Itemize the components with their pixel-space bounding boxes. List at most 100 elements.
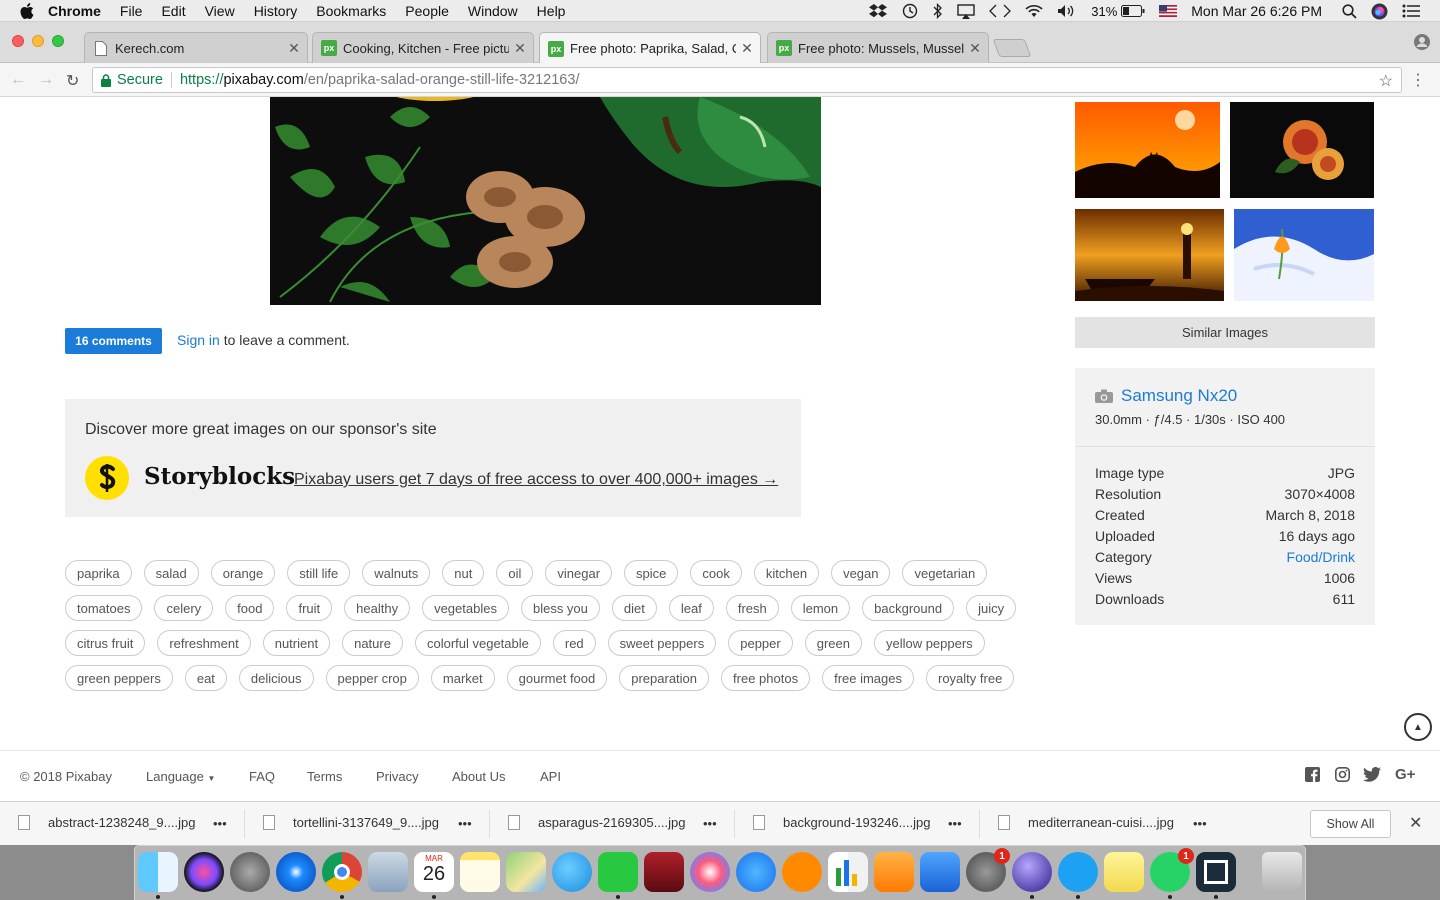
tag-lemon[interactable]: lemon <box>790 595 851 621</box>
menu-people[interactable]: People <box>405 3 449 19</box>
spotlight-icon[interactable] <box>1342 3 1357 19</box>
window-minimize-button[interactable] <box>32 35 44 47</box>
app-store-icon[interactable] <box>736 852 776 892</box>
stickies-icon[interactable] <box>1104 852 1144 892</box>
notes-icon[interactable] <box>460 852 500 892</box>
tag-preparation[interactable]: preparation <box>619 665 710 691</box>
download-item[interactable]: asparagus-2169305....jpg <box>508 815 685 830</box>
footer-link-api[interactable]: API <box>540 769 561 784</box>
whatsapp-icon[interactable]: 1 <box>1150 848 1194 892</box>
storyblocks-logo-icon[interactable] <box>85 456 129 500</box>
category-link[interactable]: Food/Drink <box>1287 549 1355 565</box>
pages-icon[interactable] <box>874 852 914 892</box>
download-menu-icon[interactable]: ••• <box>458 816 472 831</box>
menu-edit[interactable]: Edit <box>161 3 185 19</box>
download-menu-icon[interactable]: ••• <box>1193 816 1207 831</box>
itunes-icon[interactable] <box>690 852 730 892</box>
siri-dock-icon[interactable] <box>184 852 224 892</box>
clock[interactable]: Mon Mar 26 6:26 PM <box>1191 3 1322 19</box>
address-bar[interactable]: Secure https://pixabay.com/en/paprika-sa… <box>92 67 1402 93</box>
tag-orange[interactable]: orange <box>210 560 276 586</box>
bluetooth-icon[interactable] <box>933 3 943 19</box>
tag-fresh[interactable]: fresh <box>725 595 779 621</box>
tab-cooking-kitchen[interactable]: px Cooking, Kitchen - Free picture ✕ <box>312 32 534 63</box>
tag-vinegar[interactable]: vinegar <box>545 560 613 586</box>
download-item[interactable]: tortellini-3137649_9....jpg <box>263 815 439 830</box>
tag-oil[interactable]: oil <box>496 560 534 586</box>
signin-link[interactable]: Sign in <box>177 332 220 348</box>
footer-link-terms[interactable]: Terms <box>307 769 342 784</box>
download-menu-icon[interactable]: ••• <box>703 816 717 831</box>
tag-refreshment[interactable]: refreshment <box>157 630 251 656</box>
tag-pepper[interactable]: pepper <box>728 630 793 656</box>
download-item[interactable]: mediterranean-cuisi....jpg <box>998 815 1174 830</box>
sponsor-banner[interactable]: Discover more great images on our sponso… <box>65 399 801 517</box>
tag-healthy[interactable]: healthy <box>344 595 411 621</box>
forward-arrow-icon[interactable]: → <box>38 71 54 89</box>
calendar-icon[interactable]: MAR 26 <box>414 852 454 892</box>
profile-icon[interactable] <box>1414 34 1430 50</box>
tag-royalty-free[interactable]: royalty free <box>926 665 1015 691</box>
tag-food[interactable]: food <box>225 595 275 621</box>
tag-walnuts[interactable]: walnuts <box>362 560 431 586</box>
sponsor-brand[interactable]: Storyblocks <box>144 463 295 490</box>
footer-link-privacy[interactable]: Privacy <box>376 769 419 784</box>
tag-sweet-peppers[interactable]: sweet peppers <box>607 630 717 656</box>
tag-green[interactable]: green <box>804 630 862 656</box>
camera-model[interactable]: Samsung Nx20 <box>1095 386 1237 406</box>
dropbox-icon[interactable] <box>869 4 888 18</box>
tag-nutrient[interactable]: nutrient <box>262 630 331 656</box>
tag-red[interactable]: red <box>552 630 596 656</box>
numbers-icon[interactable] <box>828 852 868 892</box>
tag-salad[interactable]: salad <box>143 560 199 586</box>
notification-center-icon[interactable] <box>1402 4 1420 18</box>
volume-icon[interactable] <box>1057 4 1077 18</box>
siri-icon[interactable] <box>1371 3 1388 20</box>
similar-images-button[interactable]: Similar Images <box>1075 317 1375 348</box>
similar-thumb-sunset-cat[interactable] <box>1075 102 1220 198</box>
tag-vegetarian[interactable]: vegetarian <box>902 560 988 586</box>
tag-still-life[interactable]: still life <box>287 560 351 586</box>
tag-free-images[interactable]: free images <box>822 665 914 691</box>
tag-market[interactable]: market <box>430 665 495 691</box>
secure-indicator[interactable]: Secure <box>101 72 180 88</box>
menu-help[interactable]: Help <box>537 3 566 19</box>
download-menu-icon[interactable]: ••• <box>948 816 962 831</box>
footer-link-faq[interactable]: FAQ <box>249 769 275 784</box>
tag-citrus-fruit[interactable]: citrus fruit <box>65 630 146 656</box>
tag-delicious[interactable]: delicious <box>238 665 314 691</box>
keynote-icon[interactable] <box>920 852 960 892</box>
eclipse-icon[interactable] <box>1012 852 1052 892</box>
trash-icon[interactable] <box>1262 852 1302 892</box>
code-icon[interactable] <box>989 4 1012 18</box>
menu-view[interactable]: View <box>205 3 235 19</box>
tag-paprika[interactable]: paprika <box>65 560 132 586</box>
download-menu-icon[interactable]: ••• <box>213 816 227 831</box>
menu-app-name[interactable]: Chrome <box>48 3 101 19</box>
tag-celery[interactable]: celery <box>154 595 214 621</box>
show-all-downloads-button[interactable]: Show All <box>1310 810 1391 838</box>
menu-bookmarks[interactable]: Bookmarks <box>316 3 386 19</box>
tab-close-icon[interactable]: ✕ <box>287 40 301 57</box>
footer-link-about[interactable]: About Us <box>452 769 505 784</box>
comments-count-button[interactable]: 16 comments <box>65 328 162 354</box>
tag-nature[interactable]: nature <box>342 630 403 656</box>
airplay-icon[interactable] <box>957 3 975 19</box>
safari-icon[interactable] <box>276 852 316 892</box>
reload-icon[interactable]: ↻ <box>66 71 79 91</box>
us-flag-icon[interactable] <box>1159 5 1178 17</box>
similar-thumb-lighthouse[interactable] <box>1075 209 1224 301</box>
tab-mussels[interactable]: px Free photo: Mussels, Mussel, S ✕ <box>767 32 989 63</box>
tag-bless-you[interactable]: bless you <box>520 595 600 621</box>
tag-cook[interactable]: cook <box>690 560 742 586</box>
maps-icon[interactable] <box>506 852 546 892</box>
download-item[interactable]: background-193246....jpg <box>753 815 930 830</box>
menu-window[interactable]: Window <box>468 3 518 19</box>
sponsor-offer-link[interactable]: Pixabay users get 7 days of free access … <box>294 471 778 489</box>
menu-history[interactable]: History <box>254 3 298 19</box>
sourcetree-icon[interactable] <box>1196 852 1236 892</box>
tag-fruit[interactable]: fruit <box>286 595 333 621</box>
chrome-menu-icon[interactable]: ⋮ <box>1410 70 1426 90</box>
chrome-icon[interactable] <box>322 852 362 892</box>
tag-vegetables[interactable]: vegetables <box>422 595 509 621</box>
